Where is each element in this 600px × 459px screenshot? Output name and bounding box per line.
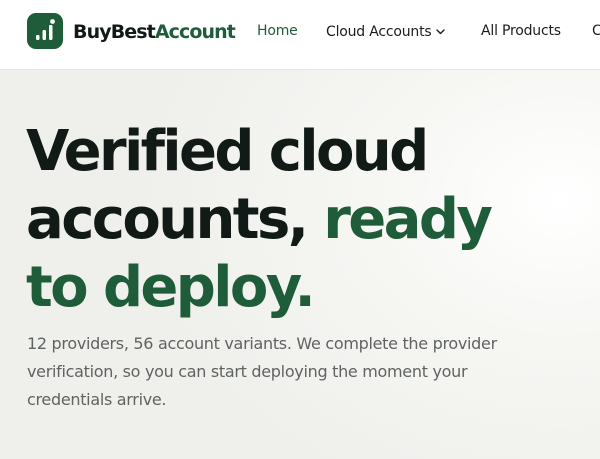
bar-chart-icon[interactable] (27, 13, 63, 49)
nav-truncated-link[interactable]: C (592, 22, 600, 40)
hero-title-line1: Verified cloud (26, 119, 429, 184)
chevron-down-icon (436, 22, 446, 40)
hero-title: Verified cloud accounts, ready to deploy. (26, 118, 586, 322)
hero-subtitle: 12 providers, 56 account variants. We co… (27, 334, 497, 409)
nav-cloud-accounts-label: Cloud Accounts (326, 24, 432, 40)
nav-cloud-accounts-dropdown[interactable]: Cloud Accounts (326, 22, 446, 41)
brand-logo-text[interactable]: BuyBestAccount (73, 20, 236, 44)
nav-all-products-link[interactable]: All Products (481, 22, 561, 40)
nav-home-link[interactable]: Home (257, 22, 298, 40)
hero-title-accent-ready: ready (323, 187, 493, 252)
hero-title-line2: accounts, (26, 187, 324, 252)
top-navbar: BuyBestAccount Home Cloud Accounts All P… (0, 0, 600, 70)
brand-name-part2: Account (154, 21, 236, 43)
hero-title-accent-deploy: to deploy. (26, 255, 316, 320)
brand-name-part1: BuyBest (73, 21, 156, 43)
